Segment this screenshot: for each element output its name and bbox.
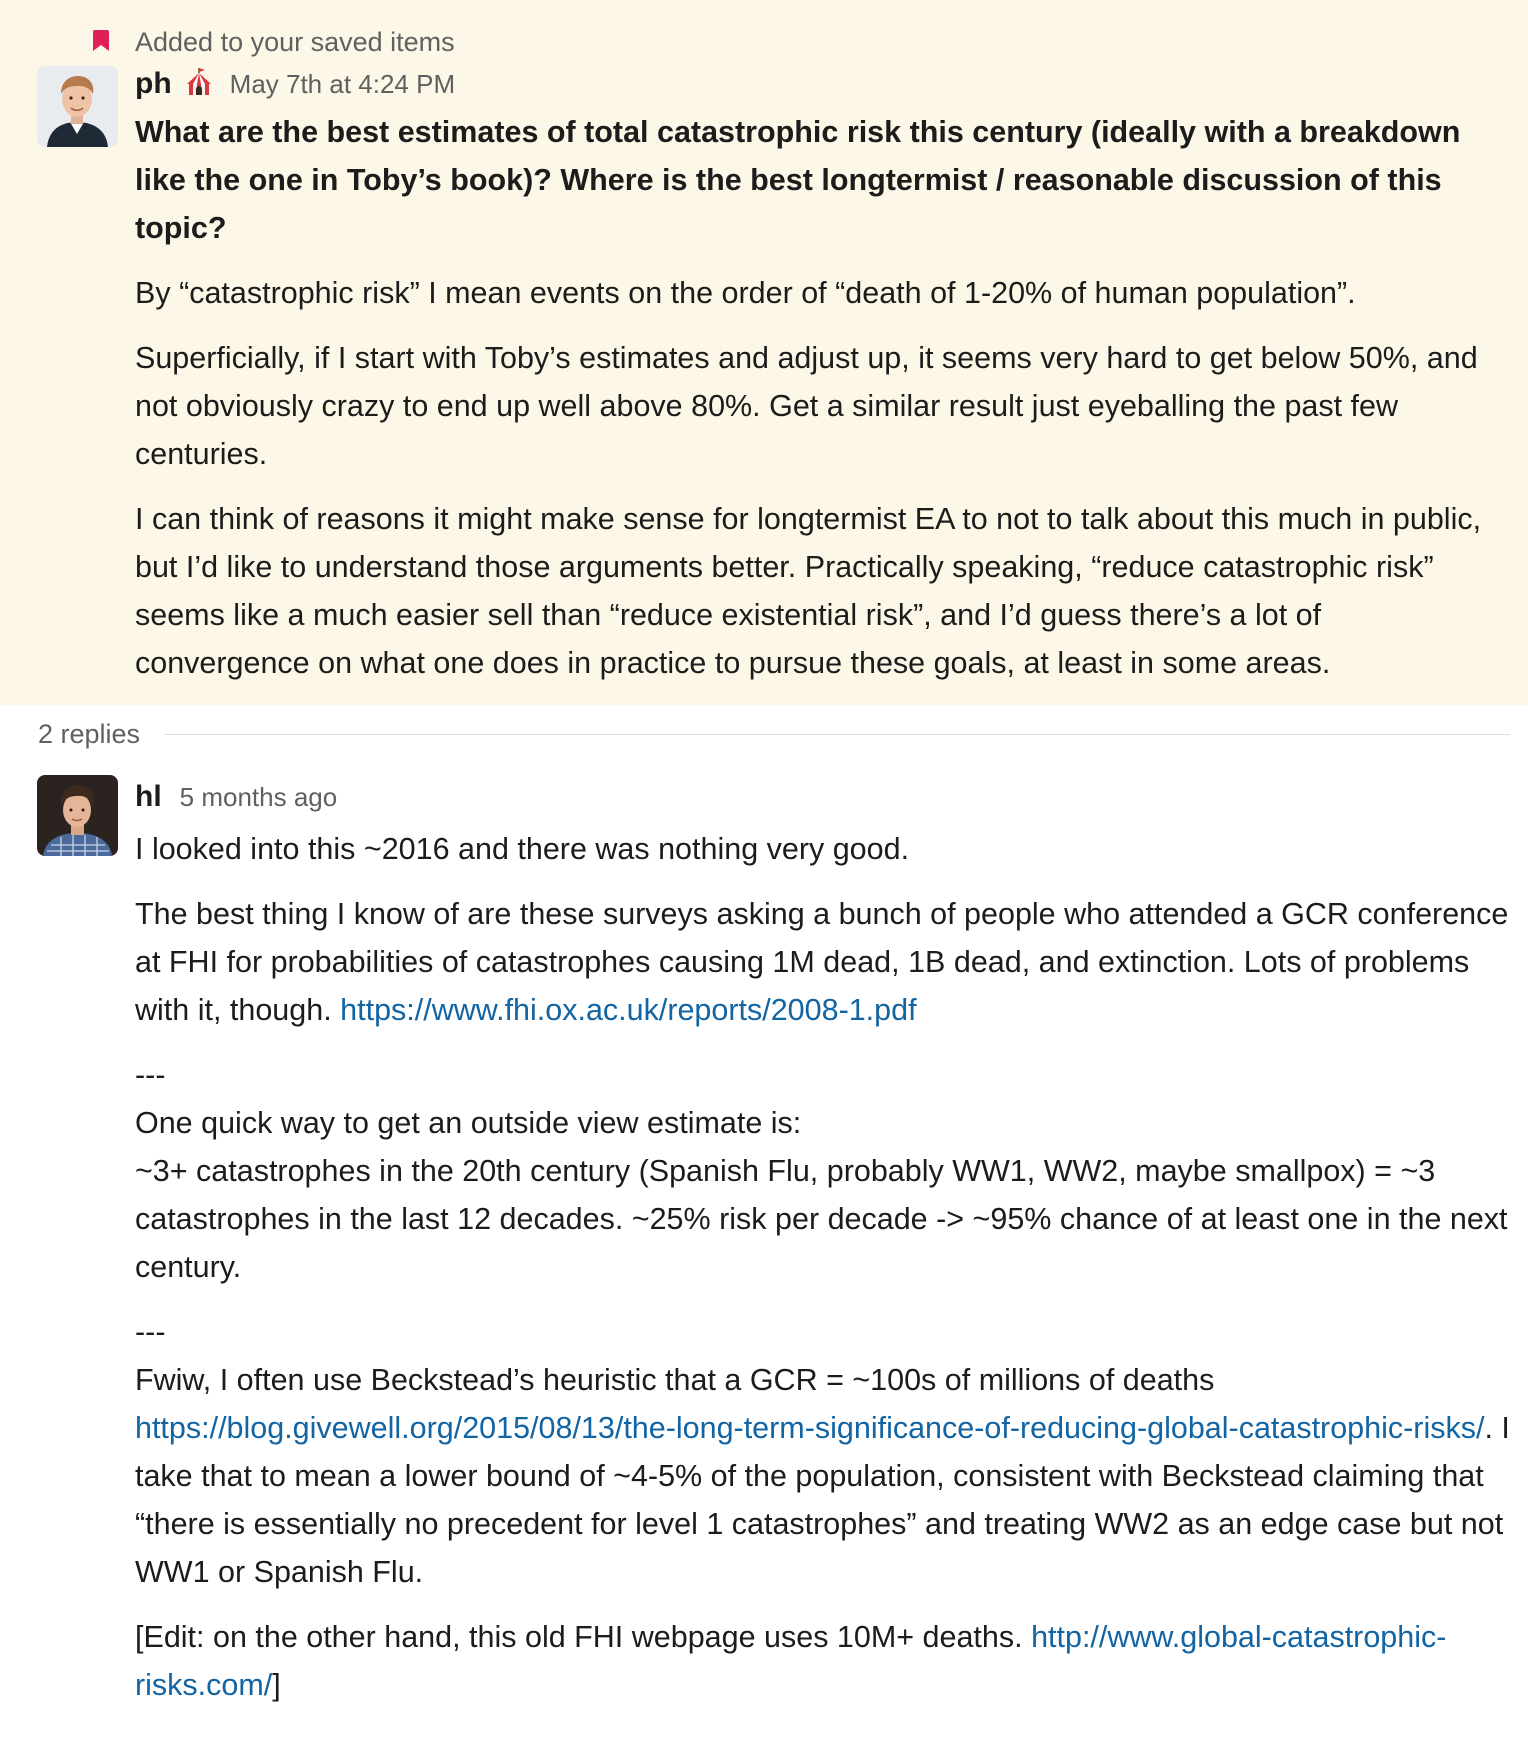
paragraph-text: One quick way to get an outside view est… [135,1106,802,1140]
message-paragraph: I can think of reasons it might make sen… [135,502,1482,680]
parent-message: ph May 7th at 4:24 PM What are the best … [0,60,1510,687]
replies-count: 2 replies [38,718,141,749]
separator-text: --- [135,1058,166,1092]
givewell-blog-link[interactable]: https://blog.givewell.org/2015/08/13/the… [135,1411,1484,1445]
paragraph-text: ] [272,1668,281,1702]
message-paragraph: I looked into this ~2016 and there was n… [135,832,910,866]
message-timestamp[interactable]: May 7th at 4:24 PM [230,60,455,108]
message-timestamp[interactable]: 5 months ago [180,769,338,825]
thread-view: Added to your saved items ph May 7th at … [0,0,1528,1762]
fhi-report-link[interactable]: https://www.fhi.ox.ac.uk/reports/2008-1.… [340,993,916,1027]
avatar[interactable] [37,775,118,856]
saved-banner: Added to your saved items [93,24,1510,60]
saved-banner-text: Added to your saved items [135,26,455,57]
circus-tent-icon[interactable] [184,67,214,97]
message-body: What are the best estimates of total cat… [135,108,1492,687]
separator-text: --- [135,1315,166,1349]
replies-divider: 2 replies [0,705,1528,763]
message-body: I looked into this ~2016 and there was n… [135,825,1510,1709]
message-header: hl 5 months ago [135,769,1510,825]
message-paragraph: The best thing I know of are these surve… [135,890,1510,1034]
avatar[interactable] [37,66,118,147]
reply-message: hl 5 months ago I looked into this ~2016… [0,763,1528,1709]
author-name[interactable]: ph [135,60,172,108]
message-paragraph: By “catastrophic risk” I mean events on … [135,276,1356,310]
author-name[interactable]: hl [135,769,162,825]
message-paragraph: --- Fwiw, I often use Beckstead’s heurist… [135,1308,1510,1596]
paragraph-text: [Edit: on the other hand, this old FHI w… [135,1620,1032,1654]
message-header: ph May 7th at 4:24 PM [135,60,1492,108]
message-paragraph: Superficially, if I start with Toby’s es… [135,341,1478,471]
paragraph-text: ~3+ catastrophes in the 20th century (Sp… [135,1154,1508,1284]
bookmark-icon[interactable] [93,30,109,52]
paragraph-text: Fwiw, I often use Beckstead’s heuristic … [135,1363,1215,1397]
message-question: What are the best estimates of total cat… [135,115,1461,245]
divider-line [164,733,1510,735]
message-paragraph: --- One quick way to get an outside view … [135,1051,1510,1291]
saved-message-block: Added to your saved items ph May 7th at … [0,0,1528,705]
message-paragraph: [Edit: on the other hand, this old FHI w… [135,1613,1510,1709]
